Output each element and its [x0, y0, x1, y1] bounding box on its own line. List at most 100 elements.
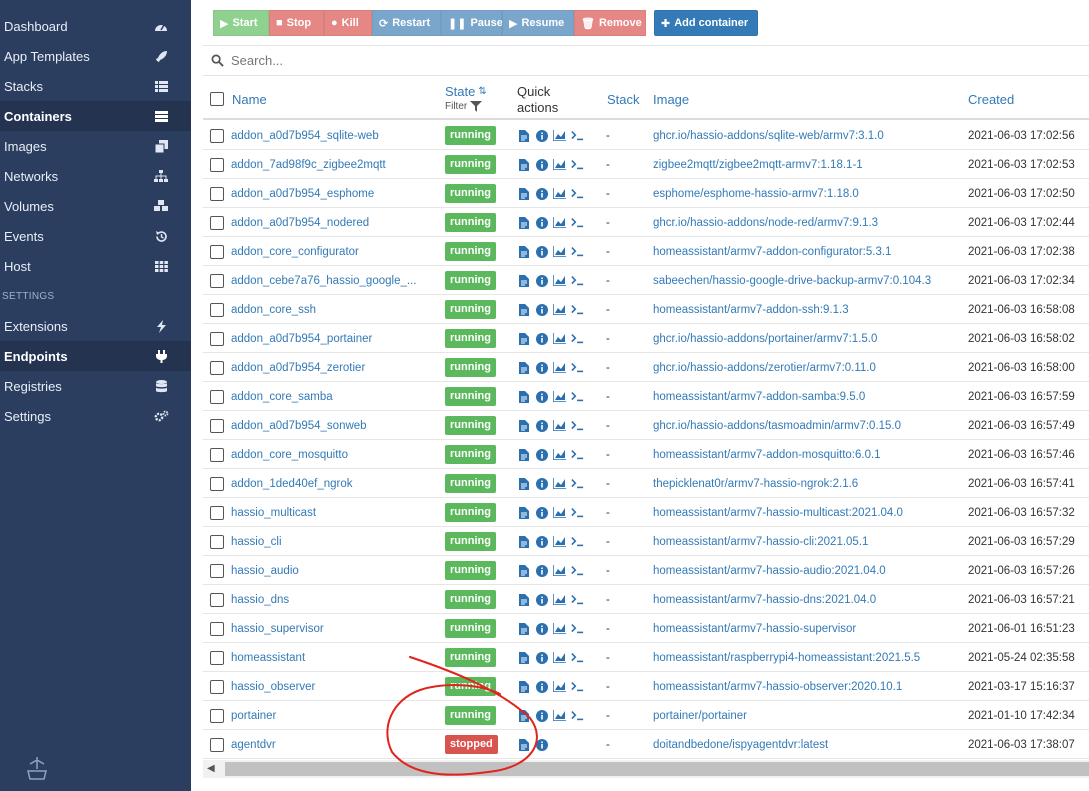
console-terminal-icon[interactable] [571, 680, 584, 693]
console-terminal-icon[interactable] [571, 361, 584, 374]
image-link[interactable]: homeassistant/armv7-addon-configurator:5… [653, 237, 963, 266]
logs-file-icon[interactable] [517, 477, 530, 490]
logs-file-icon[interactable] [517, 680, 530, 693]
kill-button[interactable]: ● Kill [324, 10, 372, 36]
row-checkbox[interactable] [210, 302, 224, 317]
row-checkbox[interactable] [210, 360, 224, 375]
info-circle-icon[interactable] [535, 593, 548, 606]
logs-file-icon[interactable] [517, 390, 530, 403]
container-name-link[interactable]: portainer [231, 701, 437, 730]
logs-file-icon[interactable] [517, 129, 530, 142]
column-header-name[interactable]: Name [232, 78, 267, 120]
stats-chart-icon[interactable] [553, 448, 566, 461]
container-name-link[interactable]: hassio_observer [231, 672, 437, 701]
stats-chart-icon[interactable] [553, 506, 566, 519]
image-link[interactable]: ghcr.io/hassio-addons/sqlite-web/armv7:3… [653, 121, 963, 150]
image-link[interactable]: homeassistant/armv7-hassio-supervisor [653, 614, 963, 643]
info-circle-icon[interactable] [535, 216, 548, 229]
container-name-link[interactable]: hassio_audio [231, 556, 437, 585]
container-name-link[interactable]: addon_core_samba [231, 382, 437, 411]
logs-file-icon[interactable] [517, 332, 530, 345]
stats-chart-icon[interactable] [553, 129, 566, 142]
row-checkbox[interactable] [210, 128, 224, 143]
stop-button[interactable]: ■ Stop [269, 10, 324, 36]
console-terminal-icon[interactable] [571, 216, 584, 229]
search-input[interactable] [231, 53, 831, 68]
image-link[interactable]: homeassistant/armv7-hassio-observer:2020… [653, 672, 963, 701]
image-link[interactable]: homeassistant/armv7-addon-samba:9.5.0 [653, 382, 963, 411]
info-circle-icon[interactable] [535, 303, 548, 316]
image-link[interactable]: homeassistant/armv7-hassio-multicast:202… [653, 498, 963, 527]
stats-chart-icon[interactable] [553, 535, 566, 548]
logs-file-icon[interactable] [517, 622, 530, 635]
sidebar-item-events[interactable]: Events [0, 221, 191, 251]
column-header-stack[interactable]: Stack [607, 78, 640, 120]
logs-file-icon[interactable] [517, 274, 530, 287]
row-checkbox[interactable] [210, 679, 224, 694]
container-name-link[interactable]: addon_cebe7a76_hassio_google_... [231, 266, 437, 295]
stats-chart-icon[interactable] [553, 651, 566, 664]
column-header-state[interactable]: State ⇅ Filter [445, 84, 487, 112]
scroll-left-icon[interactable]: ◀ [207, 763, 215, 774]
info-circle-icon[interactable] [535, 622, 548, 635]
stats-chart-icon[interactable] [553, 274, 566, 287]
container-name-link[interactable]: homeassistant [231, 643, 437, 672]
logs-file-icon[interactable] [517, 158, 530, 171]
image-link[interactable]: ghcr.io/hassio-addons/portainer/armv7:1.… [653, 324, 963, 353]
console-terminal-icon[interactable] [571, 448, 584, 461]
info-circle-icon[interactable] [535, 506, 548, 519]
stats-chart-icon[interactable] [553, 593, 566, 606]
row-checkbox[interactable] [210, 592, 224, 607]
info-circle-icon[interactable] [535, 419, 548, 432]
row-checkbox[interactable] [210, 447, 224, 462]
horizontal-scrollbar[interactable]: ◀ [203, 760, 1089, 778]
console-terminal-icon[interactable] [571, 477, 584, 490]
stats-chart-icon[interactable] [553, 216, 566, 229]
sidebar-item-settings[interactable]: Settings [0, 401, 191, 431]
sidebar-item-endpoints[interactable]: Endpoints [0, 341, 191, 371]
sidebar-item-extensions[interactable]: Extensions [0, 311, 191, 341]
stats-chart-icon[interactable] [553, 303, 566, 316]
console-terminal-icon[interactable] [571, 651, 584, 664]
logs-file-icon[interactable] [517, 419, 530, 432]
info-circle-icon[interactable] [535, 274, 548, 287]
select-all-checkbox[interactable] [210, 92, 224, 106]
logs-file-icon[interactable] [517, 535, 530, 548]
restart-button[interactable]: ⟳ Restart [372, 10, 441, 36]
sidebar-item-containers[interactable]: Containers [0, 101, 191, 131]
container-name-link[interactable]: addon_7ad98f9c_zigbee2mqtt [231, 150, 437, 179]
row-checkbox[interactable] [210, 157, 224, 172]
logs-file-icon[interactable] [517, 651, 530, 664]
container-name-link[interactable]: addon_core_mosquitto [231, 440, 437, 469]
console-terminal-icon[interactable] [571, 564, 584, 577]
add-container-button[interactable]: ✚ Add container [654, 10, 758, 36]
sidebar-item-registries[interactable]: Registries [0, 371, 191, 401]
stats-chart-icon[interactable] [553, 361, 566, 374]
container-name-link[interactable]: addon_1ded40ef_ngrok [231, 469, 437, 498]
console-terminal-icon[interactable] [571, 332, 584, 345]
container-name-link[interactable]: addon_a0d7b954_esphome [231, 179, 437, 208]
console-terminal-icon[interactable] [571, 622, 584, 635]
row-checkbox[interactable] [210, 708, 224, 723]
console-terminal-icon[interactable] [571, 187, 584, 200]
row-checkbox[interactable] [210, 737, 224, 752]
console-terminal-icon[interactable] [571, 303, 584, 316]
image-link[interactable]: sabeechen/hassio-google-drive-backup-arm… [653, 266, 963, 295]
logs-file-icon[interactable] [517, 303, 530, 316]
logs-file-icon[interactable] [517, 506, 530, 519]
container-name-link[interactable]: addon_a0d7b954_nodered [231, 208, 437, 237]
info-circle-icon[interactable] [535, 332, 548, 345]
logs-file-icon[interactable] [517, 361, 530, 374]
row-checkbox[interactable] [210, 331, 224, 346]
sidebar-item-app-templates[interactable]: App Templates [0, 41, 191, 71]
remove-button[interactable]: 🗑 Remove [574, 10, 646, 36]
row-checkbox[interactable] [210, 273, 224, 288]
stats-chart-icon[interactable] [553, 622, 566, 635]
sidebar-item-stacks[interactable]: Stacks [0, 71, 191, 101]
container-name-link[interactable]: addon_a0d7b954_sonweb [231, 411, 437, 440]
image-link[interactable]: zigbee2mqtt/zigbee2mqtt-armv7:1.18.1-1 [653, 150, 963, 179]
container-name-link[interactable]: hassio_cli [231, 527, 437, 556]
console-terminal-icon[interactable] [571, 158, 584, 171]
info-circle-icon[interactable] [535, 535, 548, 548]
scrollbar-thumb[interactable] [225, 762, 1089, 776]
